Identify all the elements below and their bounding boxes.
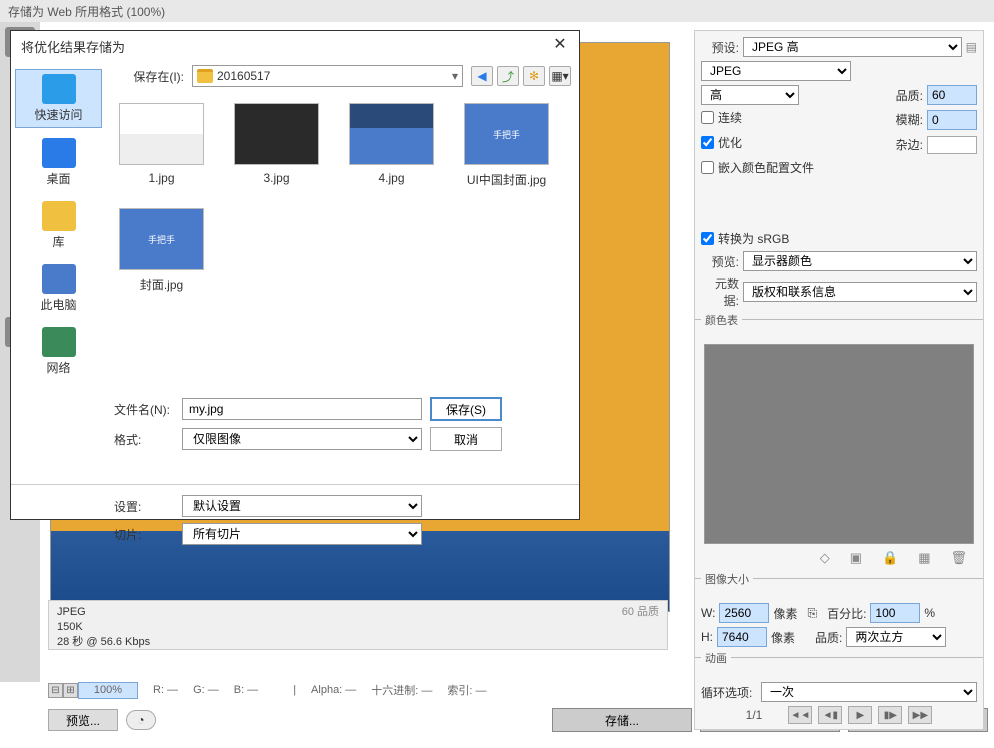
file-item[interactable]: 手把手UI中国封面.jpg (459, 103, 554, 188)
file-grid[interactable]: 1.jpg3.jpg4.jpg手把手UI中国封面.jpg 手把手封面.jpg (114, 95, 571, 395)
zoom-out-button[interactable]: ⊟ (48, 683, 63, 698)
color-table-label: 颜色表 (701, 315, 742, 327)
percent-label: 百分比: (827, 605, 866, 622)
color-b: B: — (234, 684, 258, 696)
quality-label: 品质: (896, 87, 923, 104)
matte-label: 杂边: (896, 136, 923, 153)
dialog-save-button[interactable]: 保存(S) (430, 397, 502, 421)
format-label: 格式: (114, 431, 174, 448)
color-hex: 十六进制: — (371, 682, 432, 698)
dialog-format-select[interactable]: 仅限图像 (182, 428, 422, 450)
file-item[interactable]: 4.jpg (344, 103, 439, 188)
sidebar-item-0[interactable]: 快速访问 (15, 69, 102, 128)
color-alpha: Alpha: — (311, 684, 356, 696)
blur-input[interactable] (927, 110, 977, 130)
preview-select[interactable]: 显示器颜色 (743, 251, 977, 271)
zoom-value[interactable]: 100% (78, 682, 138, 699)
filename-input[interactable] (182, 398, 422, 420)
slice-label: 切片: (114, 526, 174, 543)
browser-preview-icon[interactable]: ◔ (126, 710, 156, 730)
last-frame-button[interactable]: ▶▶ (908, 706, 932, 724)
format-select[interactable]: JPEG (701, 61, 851, 81)
view-icon[interactable]: ▦▾ (549, 66, 571, 86)
sidebar-item-4[interactable]: 网络 (15, 323, 102, 380)
prev-frame-button[interactable]: ◄▮ (818, 706, 842, 724)
folder-select[interactable]: 20160517 ▾ (192, 65, 463, 87)
color-g: G: — (193, 684, 219, 696)
up-icon[interactable]: ⤴ (497, 66, 519, 86)
status-time: 28 秒 @ 56.6 Kbps (57, 635, 659, 650)
height-input[interactable] (717, 627, 767, 647)
color-r: R: — (153, 684, 178, 696)
image-size-label: 图像大小 (701, 574, 753, 586)
resample-label: 品质: (815, 629, 842, 646)
save-dialog: 将优化结果存储为 ✕ 快速访问桌面库此电脑网络 保存在(I): 20160517… (10, 30, 580, 520)
width-input[interactable] (719, 603, 769, 623)
meta-label: 元数据: (701, 275, 739, 309)
sidebar-item-3[interactable]: 此电脑 (15, 260, 102, 317)
anim-count: 1/1 (746, 708, 763, 722)
preview-button[interactable]: 预览... (48, 709, 118, 731)
loop-select[interactable]: 一次 (761, 682, 977, 702)
slice-select[interactable]: 所有切片 (182, 523, 422, 545)
dialog-places-sidebar: 快速访问桌面库此电脑网络 (11, 61, 106, 484)
dialog-cancel-button[interactable]: 取消 (430, 427, 502, 451)
file-item[interactable]: 3.jpg (229, 103, 324, 188)
status-size: 150K (57, 620, 659, 635)
quality-input[interactable] (927, 85, 977, 105)
color-table-area (704, 344, 974, 544)
settings-select[interactable]: 默认设置 (182, 495, 422, 517)
first-frame-button[interactable]: ◄◄ (788, 706, 812, 724)
play-button[interactable]: ▶ (848, 706, 872, 724)
file-item[interactable]: 手把手封面.jpg (114, 208, 209, 293)
sidebar-item-1[interactable]: 桌面 (15, 134, 102, 191)
embed-profile-checkbox[interactable] (701, 161, 714, 174)
next-frame-button[interactable]: ▮▶ (878, 706, 902, 724)
ct-icon[interactable]: 🔒 (882, 550, 898, 566)
status-format: JPEG (57, 605, 659, 620)
settings-label: 设置: (114, 498, 174, 515)
loop-label: 循环选项: (701, 684, 757, 701)
blur-label: 模糊: (896, 111, 923, 128)
resample-select[interactable]: 两次立方 (846, 627, 946, 647)
right-panel: 预设: JPEG 高 ▤ JPEG 高 品质: 连续 模糊: 优化 杂边: 嵌入… (694, 30, 984, 730)
percent-input[interactable] (870, 603, 920, 623)
ct-icon[interactable]: 🗑 (950, 550, 967, 566)
optimized-checkbox[interactable] (701, 136, 714, 149)
ct-icon[interactable]: ▣ (850, 550, 862, 566)
w-label: W: (701, 606, 715, 620)
close-icon[interactable]: ✕ (551, 37, 569, 55)
link-icon[interactable]: ⎘ (807, 606, 817, 621)
ct-icon[interactable]: ◇ (820, 550, 830, 566)
quality-level-select[interactable]: 高 (701, 85, 799, 105)
bottom-controls: ⊟ ⊞ 100% R: — G: — B: — | Alpha: — 十六进制:… (48, 680, 668, 700)
color-index: 索引: — (447, 682, 486, 698)
h-label: H: (701, 630, 713, 644)
sidebar-item-2[interactable]: 库 (15, 197, 102, 254)
matte-swatch[interactable] (927, 136, 977, 154)
status-quality: 60 品质 (622, 605, 659, 620)
convert-srgb-checkbox[interactable] (701, 232, 714, 245)
panel-menu-icon[interactable]: ▤ (966, 40, 977, 54)
back-icon[interactable]: ◀ (471, 66, 493, 86)
status-panel: 60 品质 JPEG 150K 28 秒 @ 56.6 Kbps (48, 600, 668, 650)
dialog-title: 将优化结果存储为 (21, 37, 125, 56)
preset-select[interactable]: JPEG 高 (743, 37, 962, 57)
preview-label: 预览: (701, 253, 739, 270)
preset-label: 预设: (701, 39, 739, 56)
zoom-in-button[interactable]: ⊞ (63, 683, 78, 698)
progressive-checkbox[interactable] (701, 111, 714, 124)
file-item[interactable]: 1.jpg (114, 103, 209, 188)
window-titlebar: 存储为 Web 所用格式 (100%) (0, 0, 994, 22)
ct-icon[interactable]: ▦ (918, 550, 930, 566)
new-folder-icon[interactable]: ✻ (523, 66, 545, 86)
meta-select[interactable]: 版权和联系信息 (743, 282, 977, 302)
save-button[interactable]: 存储... (552, 708, 692, 732)
animation-label: 动画 (701, 653, 731, 665)
save-in-label: 保存在(I): (114, 68, 184, 85)
folder-icon (197, 69, 213, 83)
filename-label: 文件名(N): (114, 401, 174, 418)
